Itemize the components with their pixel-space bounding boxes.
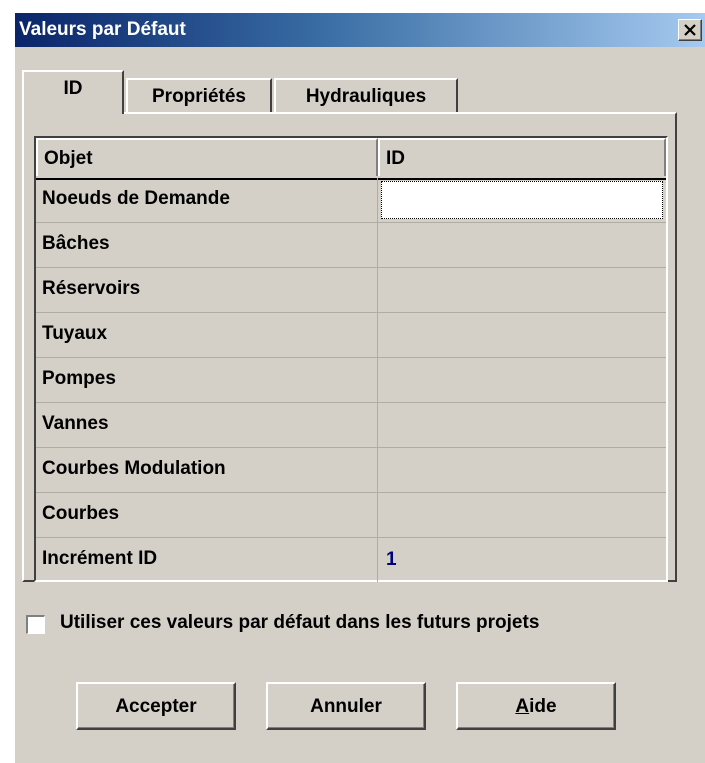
row-label: Courbes <box>36 493 378 537</box>
row-label: Tuyaux <box>36 313 378 357</box>
table-row[interactable]: Pompes <box>36 358 666 403</box>
row-value[interactable] <box>378 223 666 267</box>
table-row[interactable]: Tuyaux <box>36 313 666 358</box>
accept-button[interactable]: Accepter <box>76 682 236 730</box>
use-defaults-checkbox[interactable] <box>26 615 45 634</box>
grid-header: Objet ID <box>36 138 666 180</box>
checkbox-label[interactable]: Utiliser ces valeurs par défaut dans les… <box>60 612 539 634</box>
title-bar[interactable]: Valeurs par Défaut <box>15 13 705 47</box>
table-row[interactable]: Vannes <box>36 403 666 448</box>
row-value[interactable]: 1 <box>378 538 666 582</box>
row-value[interactable] <box>378 493 666 537</box>
close-button[interactable] <box>678 19 702 41</box>
table-row[interactable]: Bâches <box>36 223 666 268</box>
row-value[interactable] <box>378 358 666 402</box>
row-label: Réservoirs <box>36 268 378 312</box>
table-row[interactable]: Courbes Modulation <box>36 448 666 493</box>
id-input[interactable] <box>381 181 663 219</box>
table-row[interactable]: Incrément ID 1 <box>36 538 666 583</box>
row-label: Noeuds de Demande <box>36 178 378 222</box>
row-value[interactable] <box>378 448 666 492</box>
row-label: Bâches <box>36 223 378 267</box>
table-row[interactable]: Noeuds de Demande <box>36 178 666 223</box>
column-header-objet[interactable]: Objet <box>36 138 378 176</box>
row-value[interactable] <box>378 403 666 447</box>
table-row[interactable]: Réservoirs <box>36 268 666 313</box>
tab-id[interactable]: ID <box>22 70 124 114</box>
tab-proprietes[interactable]: Propriétés <box>126 78 272 112</box>
tab-hydrauliques[interactable]: Hydrauliques <box>274 78 458 112</box>
row-value[interactable] <box>378 268 666 312</box>
close-icon <box>684 24 696 36</box>
row-label: Incrément ID <box>36 538 378 582</box>
row-label: Courbes Modulation <box>36 448 378 492</box>
table-row[interactable]: Courbes <box>36 493 666 538</box>
properties-grid: Objet ID Noeuds de Demande Bâches Réserv… <box>34 136 668 582</box>
row-value[interactable] <box>378 313 666 357</box>
column-header-id[interactable]: ID <box>378 138 666 176</box>
window-title: Valeurs par Défaut <box>19 19 186 40</box>
help-button[interactable]: Aide <box>456 682 616 730</box>
cancel-button[interactable]: Annuler <box>266 682 426 730</box>
row-label: Pompes <box>36 358 378 402</box>
row-label: Vannes <box>36 403 378 447</box>
